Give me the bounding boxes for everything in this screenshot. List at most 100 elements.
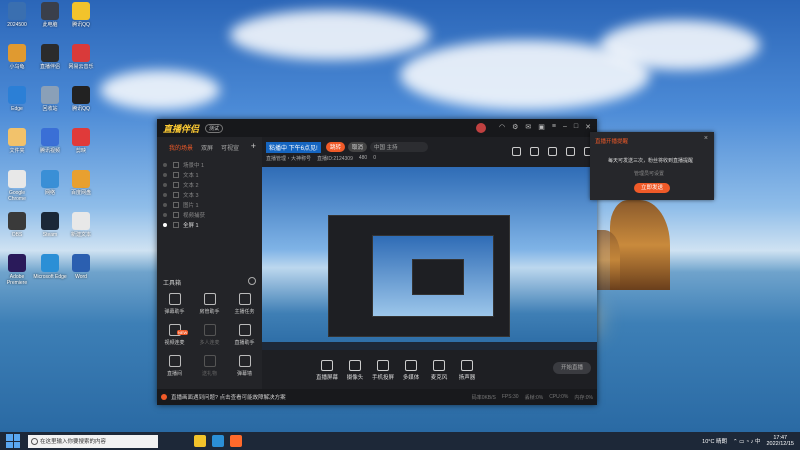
tool-item[interactable]: 送礼物 [192,355,227,377]
lock-icon[interactable] [530,147,539,156]
tool-item[interactable]: 视频连麦 NEW [157,324,192,346]
menu-icon[interactable]: ≡ [552,123,556,133]
desktop-icon[interactable]: 腾讯QQ [64,86,98,112]
edge-icon[interactable] [212,435,224,447]
source-item[interactable]: 文本 2 [157,180,262,190]
desktop-icon[interactable]: 新建文本 [64,212,98,238]
live-title[interactable]: 粘播中 下午6点见! [266,142,321,153]
desktop-icon[interactable]: 2024500 [0,2,34,28]
live-companion-icon[interactable] [230,435,242,447]
record-icon[interactable] [512,147,521,156]
desktop-icon[interactable]: 直播伴侣 [33,44,67,70]
mail-icon[interactable]: ✉ [525,123,531,133]
visibility-icon[interactable] [163,193,167,197]
lock-icon[interactable] [173,202,179,208]
screen-capture-button[interactable]: 直播屏幕 [314,360,340,381]
tool-item[interactable]: 房管助手 [192,293,227,315]
headset-icon[interactable]: ◠ [499,123,505,133]
desktop-icon-label: 此电脑 [42,22,58,28]
send-now-button[interactable]: 立即发送 [634,183,670,193]
microphone-button[interactable]: 麦克风 [426,360,452,381]
source-item[interactable]: 文本 1 [157,170,262,180]
lock-icon[interactable] [173,212,179,218]
cancel-pill[interactable]: 取消 [348,142,368,152]
layout-icon[interactable] [548,147,557,156]
phone-cast-button[interactable]: 手机投屏 [370,360,396,381]
host-pill[interactable]: 中国 主持 [370,142,428,152]
media-button[interactable]: 多媒体 [398,360,424,381]
gift-icon[interactable]: ▣ [538,123,545,133]
tab-dual[interactable]: 双屏 [201,143,213,152]
lock-icon[interactable] [173,192,179,198]
avatar[interactable] [476,123,486,133]
desktop-icon[interactable]: 百度网盘 [64,170,98,196]
tool-item[interactable]: 直播间 [157,355,192,377]
desktop-icon[interactable]: 剪映 [64,128,98,154]
maximize-icon[interactable]: □ [574,123,578,133]
desktop-icon[interactable]: 腾讯视频 [33,128,67,154]
tool-icon [238,324,251,336]
visibility-icon[interactable] [163,213,167,217]
visibility-icon[interactable] [163,223,167,227]
camera-button[interactable]: 摄像头 [342,360,368,381]
lock-icon[interactable] [173,162,179,168]
visibility-icon[interactable] [163,173,167,177]
desktop-icon[interactable]: Edge [0,86,34,112]
minimize-icon[interactable]: – [563,123,567,133]
popup-close-icon[interactable]: × [704,135,708,142]
jump-pill[interactable]: 跳转 [326,142,346,152]
tab-visual[interactable]: 可视宣 [221,143,239,152]
source-item[interactable]: 视频捕获 [157,210,262,220]
source-item[interactable]: 文本 3 [157,190,262,200]
desktop-icon[interactable]: Word [64,254,98,280]
tool-item[interactable]: 多人连麦 [192,324,227,346]
refresh-icon[interactable] [248,277,256,285]
lock-icon[interactable] [173,222,179,228]
speaker-button[interactable]: 扬声器 [454,360,480,381]
settings-icon[interactable]: ⚙ [512,123,518,133]
start-live-button[interactable]: 开始直播 [553,362,591,374]
lock-icon[interactable] [173,172,179,178]
desktop-icon[interactable]: Adobe Premiere [0,254,34,286]
source-item[interactable]: 全屏 1 [157,220,262,230]
desktop-icon[interactable]: 腾讯QQ [64,2,98,28]
add-source-icon[interactable]: + [251,141,256,151]
visibility-icon[interactable] [163,163,167,167]
tab-scene[interactable]: 我的场景 [169,143,193,152]
preview-taskbar [262,342,597,350]
tray-icons[interactable]: ⌃ ▭ ◔ ♪ 中 [733,437,761,445]
desktop-icon[interactable]: 小乌龟 [0,44,34,70]
tool-item[interactable]: 主播任务 [227,293,262,315]
app-icon [8,170,26,188]
tool-item[interactable]: 弹幕助手 [157,293,192,315]
status-message[interactable]: 直播画面遇到问题? 点击查看可能故障解决方案 [171,393,286,401]
bell-icon[interactable] [566,147,575,156]
lock-icon[interactable] [173,182,179,188]
version-badge[interactable]: 测试 [205,123,224,133]
desktop-icon[interactable]: OBS [0,212,34,238]
tool-item[interactable]: 直播助手 [227,324,262,346]
desktop-icon[interactable]: 文件夹 [0,128,34,154]
desktop-icon[interactable]: Google Chrome [0,170,34,202]
desktop-icon-label: 回收站 [42,106,58,112]
source-item[interactable]: 场景中 1 [157,160,262,170]
desktop-icon[interactable]: 回收站 [33,86,67,112]
desktop-icon[interactable]: Microsoft Edge [33,254,67,280]
taskbar-search[interactable]: 在这里输入你要搜索的内容 [28,434,158,448]
desktop-icon[interactable]: Steam [33,212,67,238]
preview-canvas[interactable] [262,167,597,350]
button-label: 直播屏幕 [315,375,338,381]
desktop-icon[interactable]: 网易云音乐 [64,44,98,70]
tool-item[interactable]: 弹幕墙 [227,355,262,377]
windows-start-icon[interactable] [6,434,20,448]
visibility-icon[interactable] [163,183,167,187]
source-item[interactable]: 图片 1 [157,200,262,210]
visibility-icon[interactable] [163,203,167,207]
desktop-icon[interactable]: 此电脑 [33,2,67,28]
desktop-icon[interactable]: 网络 [33,170,67,196]
weather[interactable]: 10°C 晴朗 [702,437,727,445]
file-explorer-icon[interactable] [194,435,206,447]
button-label: 扬声器 [458,375,476,381]
clock[interactable]: 17:47 2022/12/15 [766,435,794,447]
clock-date: 2022/12/15 [766,441,794,447]
